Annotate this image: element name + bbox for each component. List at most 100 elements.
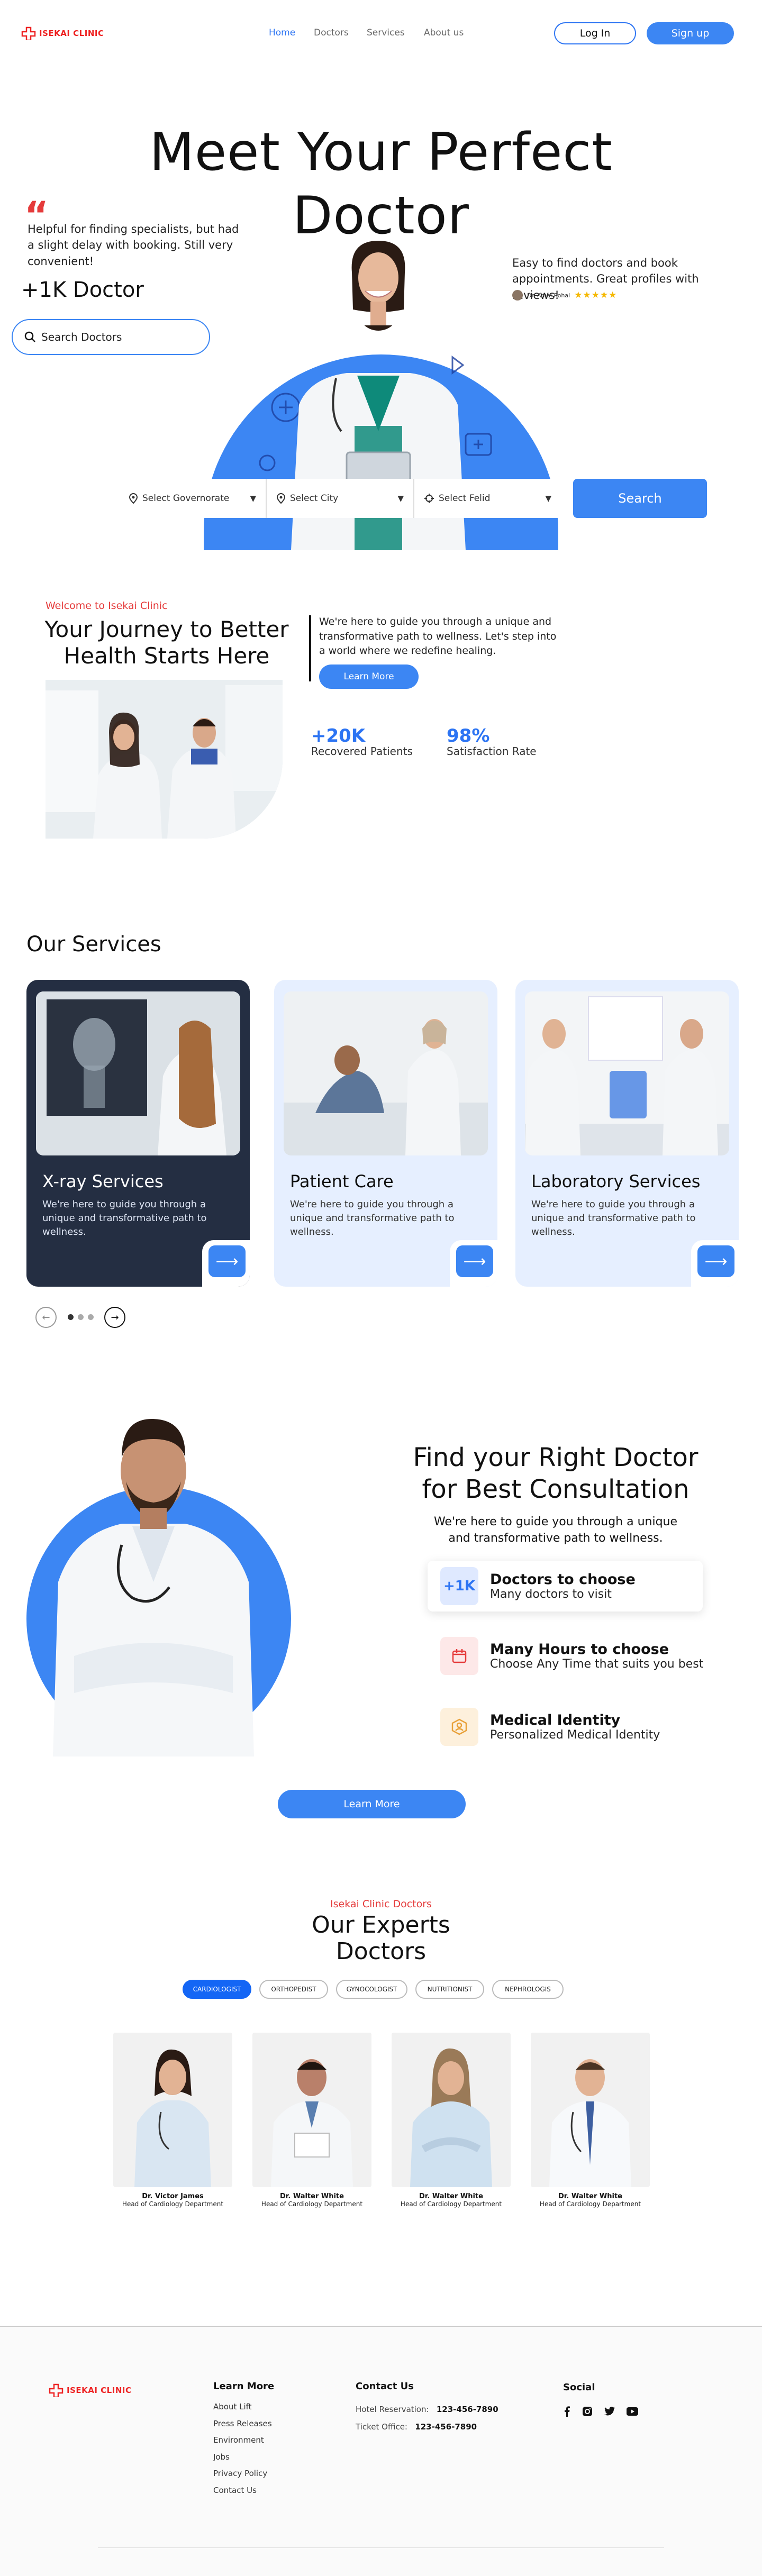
journey-text: We're here to guide you through a unique… [319,616,557,657]
journey-title-line2: Health Starts Here [64,643,270,669]
search-button[interactable]: Search [573,479,707,518]
footer-link[interactable]: Jobs [213,2449,272,2466]
tab-nutritionist[interactable]: NUTRITIONIST [415,1980,484,1999]
tab-cardiologist[interactable]: CARDIOLOGIST [183,1980,251,1999]
ticket-office-row: Ticket Office: 123-456-7890 [356,2422,477,2432]
identity-icon [440,1708,478,1746]
feature-doctors: +1K Doctors to choose Many doctors to vi… [440,1567,636,1605]
feature-title: Doctors to choose [490,1571,636,1588]
journey-title-line1: Your Journey to Better [44,616,289,642]
footer-link[interactable]: Privacy Policy [213,2465,272,2482]
hero-title-line1: Meet Your Perfect [149,122,613,183]
field-label: Select Felid [439,493,491,504]
search-doctors-input[interactable]: Search Doctors [12,319,210,355]
footer-link[interactable]: Environment [213,2432,272,2449]
stat-recovered-value: +20K [311,725,366,747]
logo[interactable]: ISEKAI CLINIC [21,26,104,40]
expert-name: Dr. Victor James [142,2192,204,2200]
feature-sub: Personalized Medical Identity [490,1728,660,1742]
expert-info: Dr. Walter White Head of Cardiology Depa… [252,2192,371,2208]
ticket-phone[interactable]: 123-456-7890 [415,2422,477,2432]
location-pin-icon [276,493,286,504]
carousel-next-button[interactable]: → [104,1307,125,1328]
journey-learn-more-button[interactable]: Learn More [319,665,419,689]
journey-photo [46,680,283,839]
doctor-portrait [341,241,415,331]
nav-home[interactable]: Home [269,28,295,38]
footer-link[interactable]: Contact Us [213,2482,272,2499]
service-title: Patient Care [290,1171,394,1191]
nav-services[interactable]: Services [367,28,405,38]
carousel-dot[interactable] [88,1314,94,1320]
expert-card[interactable] [113,2033,232,2187]
tab-gynocologist[interactable]: GYNOCOLOGIST [336,1980,407,1999]
logo-text: ISEKAI CLINIC [39,29,104,38]
carousel-dot[interactable] [78,1314,84,1320]
expert-name: Dr. Walter White [419,2192,483,2200]
governorate-select[interactable]: Select Governorate ▼ [119,479,267,518]
service-desc: We're here to guide you through a unique… [42,1199,207,1238]
twitter-icon[interactable] [604,2407,615,2416]
expert-info: Dr. Victor James Head of Cardiology Depa… [113,2192,232,2208]
experts-title-line1: Our Experts [312,1911,450,1938]
footer-link[interactable]: Press Releases [213,2416,272,2433]
nav-about[interactable]: About us [424,28,464,38]
governorate-label: Select Governorate [142,493,230,504]
reviewer-row: Dr. Amal Rohal ★★★★★ [512,290,617,301]
signup-button[interactable]: Sign up [647,22,734,44]
tab-orthopedist[interactable]: ORTHOPEDIST [259,1980,328,1999]
expert-card[interactable] [531,2033,650,2187]
doctors-count-icon: +1K [440,1567,478,1605]
service-title: X-ray Services [42,1171,164,1191]
stat-satisfaction-value: 98% [447,725,490,747]
chevron-down-icon: ▼ [545,494,551,503]
hotel-phone[interactable]: 123-456-7890 [437,2405,498,2414]
carousel-dot[interactable] [68,1314,74,1320]
footer-link[interactable]: About Lift [213,2399,272,2416]
chevron-down-icon: ▼ [250,494,256,503]
feature-sub: Choose Any Time that suits you best [490,1658,704,1671]
nav-doctors[interactable]: Doctors [314,28,349,38]
xray-photo [36,991,240,1155]
crosshair-icon [424,494,434,503]
stat-satisfaction-label: Satisfaction Rate [447,745,537,758]
journey-subtitle: Welcome to Isekai Clinic [46,600,168,612]
footer [0,2326,762,2576]
find-title-line1: Find your Right Doctor [413,1443,698,1472]
calendar-icon [440,1637,478,1675]
service-desc: We're here to guide you through a unique… [531,1199,696,1238]
service-card-patient-care[interactable]: Patient Care We're here to guide you thr… [274,980,497,1287]
social-icons [563,2406,638,2417]
facebook-icon[interactable] [563,2406,570,2417]
instagram-icon[interactable] [582,2406,593,2417]
hotel-label: Hotel Reservation: [356,2405,429,2414]
expert-dept: Head of Cardiology Department [400,2200,502,2208]
find-learn-more-button[interactable]: Learn More [278,1790,466,1818]
login-button[interactable]: Log In [554,22,636,44]
rating-stars: ★★★★★ [574,290,618,301]
city-select[interactable]: Select City ▼ [267,479,414,518]
carousel-prev-button[interactable]: ← [35,1307,57,1328]
city-label: Select City [290,493,339,504]
expert-card[interactable] [392,2033,511,2187]
footer-learn-links: About Lift Press Releases Environment Jo… [213,2399,272,2499]
experts-title-line2: Doctors [335,1938,427,1965]
footer-divider [98,2547,664,2548]
services-heading: Our Services [26,932,161,957]
expert-card[interactable] [252,2033,371,2187]
feature-sub: Many doctors to visit [490,1588,612,1601]
arrow-right-icon[interactable]: ⟶ [456,1245,493,1277]
arrow-right-icon[interactable]: ⟶ [208,1245,246,1277]
service-card-xray[interactable]: X-ray Services We're here to guide you t… [26,980,250,1287]
field-select[interactable]: Select Felid ▼ [414,479,561,518]
footer-logo[interactable]: ISEKAI CLINIC [49,2383,131,2397]
arrow-right-icon[interactable]: ⟶ [697,1245,734,1277]
search-placeholder: Search Doctors [41,331,122,343]
tab-nephrologis[interactable]: NEPHROLOGIS [492,1980,564,1999]
feature-title: Many Hours to choose [490,1641,669,1658]
service-card-laboratory[interactable]: Laboratory Services We're here to guide … [515,980,739,1287]
footer-learn-heading: Learn More [213,2381,275,2392]
avatar [512,290,523,301]
stat-recovered-label: Recovered Patients [311,745,413,758]
youtube-icon[interactable] [627,2407,638,2416]
